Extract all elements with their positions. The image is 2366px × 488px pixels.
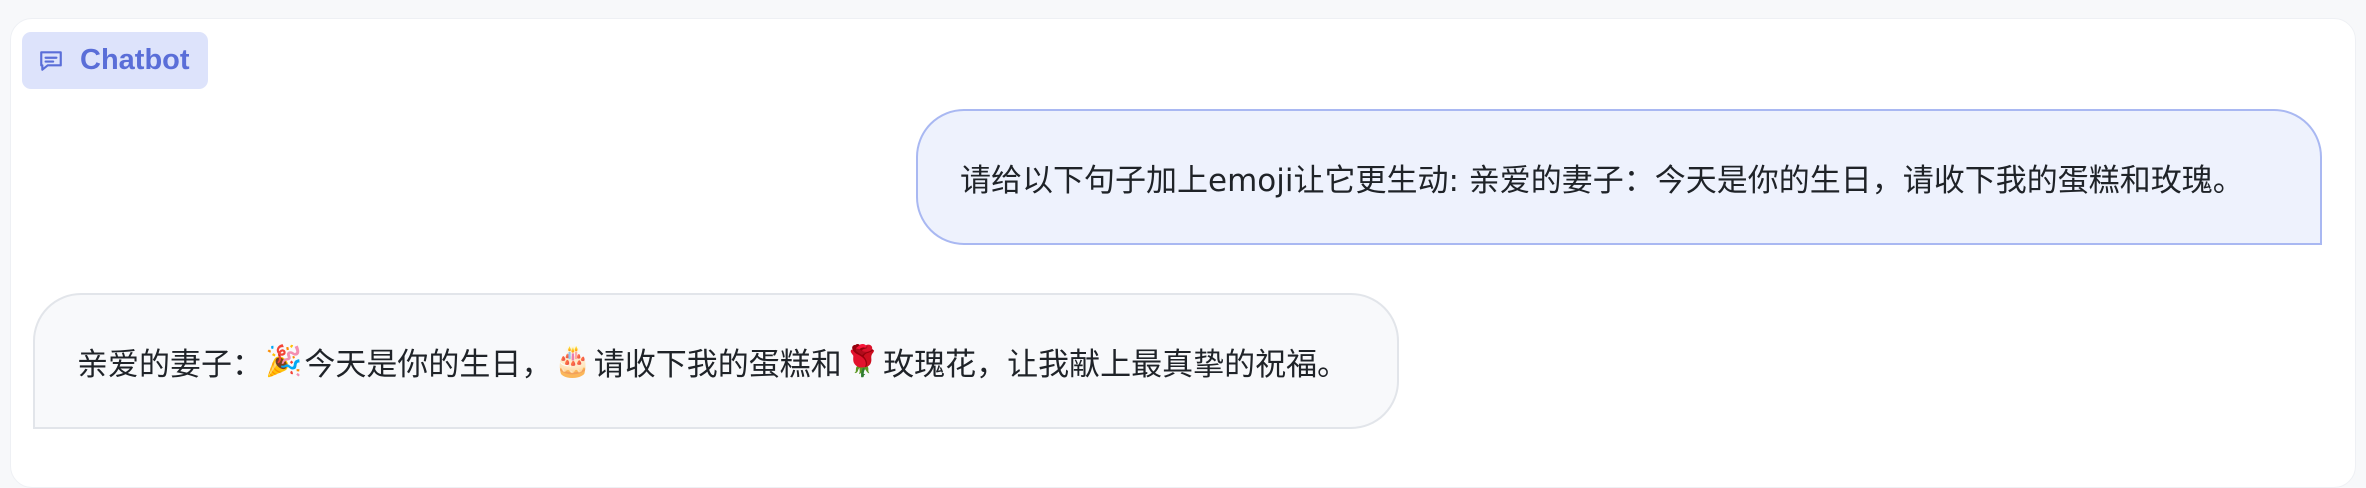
user-message-bubble: 请给以下句子加上emoji让它更生动: 亲爱的妻子：今天是你的生日，请收下我的蛋… [916,109,2322,245]
party-popper-emoji: 🎉 [265,343,303,379]
birthday-cake-emoji: 🎂 [554,343,592,379]
chatbot-label: Chatbot [80,44,190,76]
rose-emoji: 🌹 [843,343,882,379]
bot-message-text-part: 今天是你的生日， [304,346,553,383]
bot-message-text-part: 玫瑰花，让我献上最真挚的祝福。 [883,346,1349,383]
bot-message-text-part: 请收下我的蛋糕和 [593,346,842,383]
user-message-text: 请给以下句子加上emoji让它更生动: 亲爱的妻子：今天是你的生日，请收下我的蛋… [960,162,2244,199]
chatbot-label-chip: Chatbot [22,32,208,89]
bot-message-text-part: 亲爱的妻子： [77,346,263,383]
chat-bubble-icon [36,46,66,76]
bot-message-bubble: 亲爱的妻子： 🎉 今天是你的生日， 🎂 请收下我的蛋糕和 🌹 玫瑰花，让我献上最真挚的祝福。 [33,293,1399,429]
